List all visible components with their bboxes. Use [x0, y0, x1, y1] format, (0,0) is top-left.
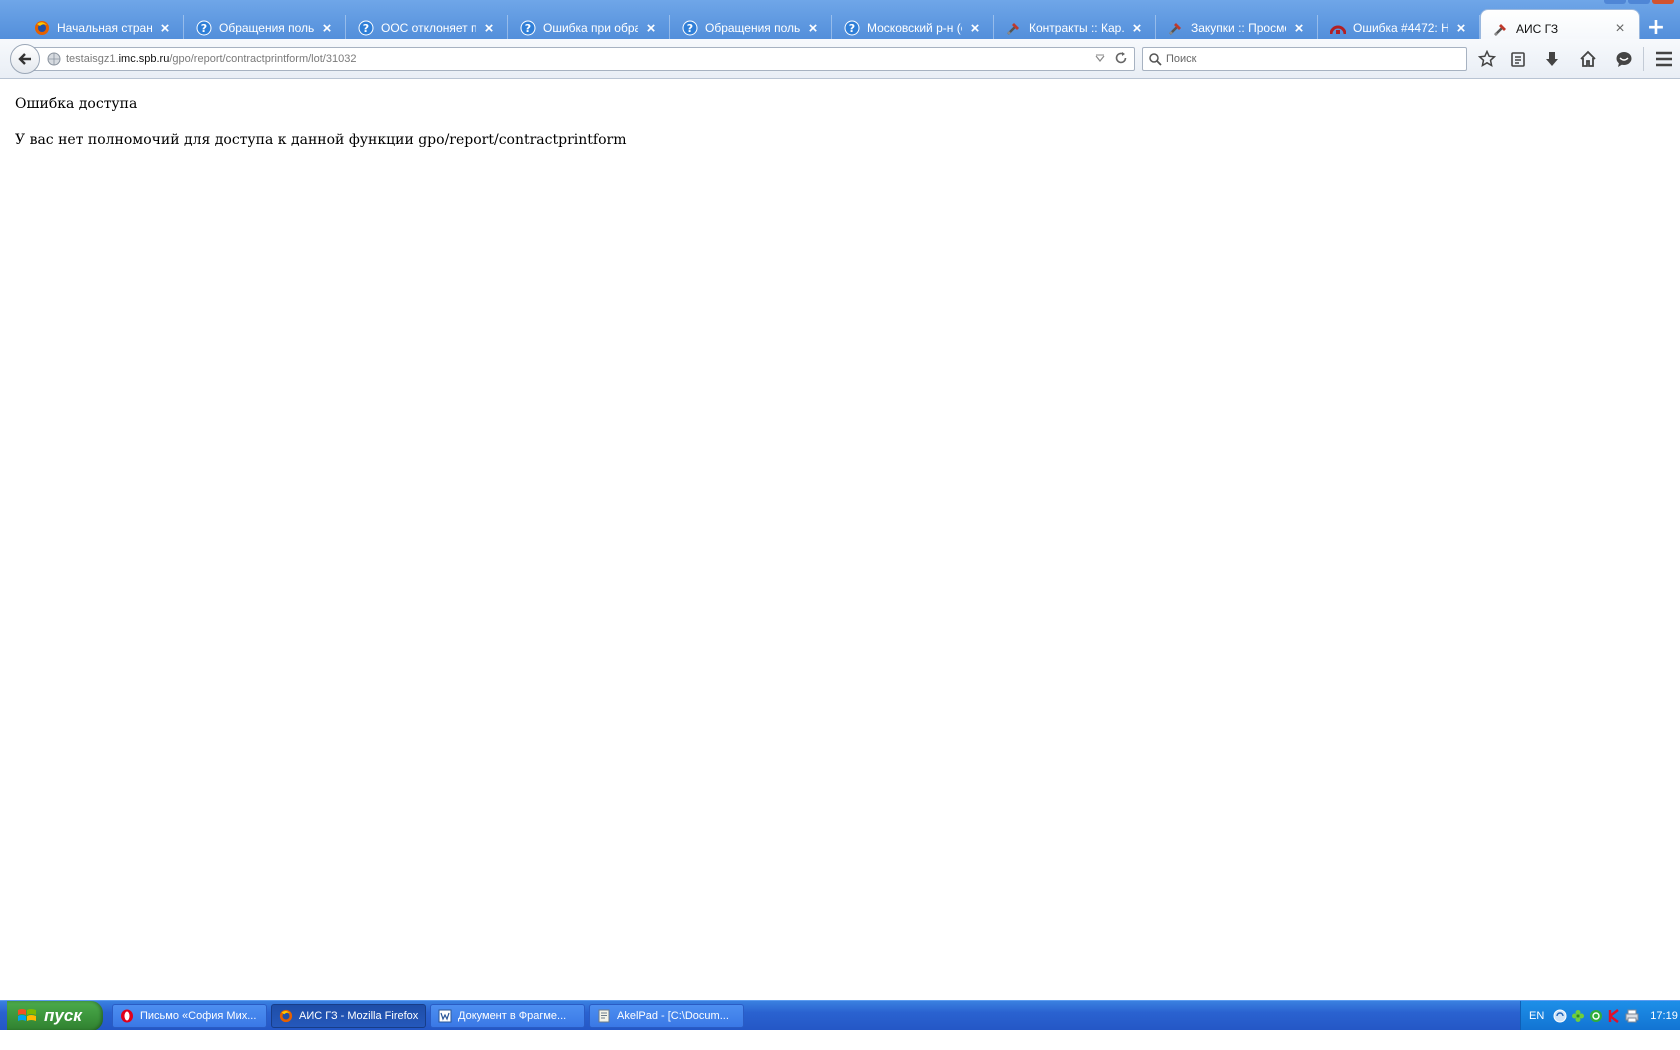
windows-taskbar: пуск Письмо «София Мих... АИС ГЗ - Mozil…	[0, 1000, 1680, 1031]
url-bar[interactable]: testaisgz1. imc.spb.ru/gpo/report/contrac…	[28, 47, 1135, 71]
close-icon[interactable]: ×	[1292, 21, 1306, 36]
svg-text:?: ?	[687, 22, 693, 35]
star-icon	[1478, 50, 1496, 68]
minimize-button[interactable]	[1604, 0, 1626, 4]
back-button[interactable]	[10, 44, 40, 74]
notepad-icon	[596, 1008, 612, 1024]
network-icon[interactable]	[1552, 1009, 1567, 1024]
close-icon[interactable]: ×	[158, 21, 172, 36]
close-window-button[interactable]	[1652, 0, 1674, 4]
taskbar-item-document[interactable]: Документ в Фрагме...	[430, 1004, 585, 1028]
clipboard-icon	[1511, 52, 1525, 67]
help-icon: ?	[520, 20, 536, 36]
close-icon[interactable]: ×	[482, 21, 496, 36]
tab-label: Ошибка #4472: Н...	[1353, 21, 1448, 35]
kaspersky-icon[interactable]	[1606, 1009, 1621, 1024]
taskbar-item-label: AkelPad - [C:\Docum...	[617, 1010, 729, 1022]
home-button[interactable]	[1577, 48, 1599, 70]
redmine-icon	[1330, 20, 1346, 36]
firefox-icon	[278, 1008, 294, 1024]
url-path: /gpo/report/contractprintform/lot/31032	[169, 53, 357, 65]
close-icon[interactable]: ×	[1130, 21, 1144, 36]
printer-icon[interactable]	[1624, 1009, 1639, 1024]
page-title: Ошибка доступа	[15, 96, 138, 112]
bookmark-star-button[interactable]	[1476, 48, 1498, 70]
tab-label: Московский р-н (с...	[867, 21, 962, 35]
help-icon: ?	[682, 20, 698, 36]
clock: 17:19	[1650, 1010, 1678, 1022]
flower-icon[interactable]	[1570, 1009, 1585, 1024]
chat-button[interactable]	[1613, 48, 1635, 70]
svg-text:?: ?	[525, 22, 531, 35]
search-icon	[1149, 52, 1162, 66]
close-icon[interactable]: ×	[968, 21, 982, 36]
tab-label: Закупки :: Просмо...	[1191, 21, 1286, 35]
download-arrow-icon	[1546, 52, 1558, 66]
screen-bottom	[0, 1030, 1680, 1050]
tools-icon	[1006, 20, 1022, 36]
windows-logo-icon	[18, 1009, 36, 1021]
url-domain: imc.spb.ru	[118, 53, 170, 65]
menu-button[interactable]	[1653, 48, 1675, 70]
search-input[interactable]	[1166, 49, 1456, 69]
new-tab-button[interactable]: +	[1642, 13, 1670, 41]
tab-label: Обращения польз...	[219, 21, 314, 35]
reload-icon[interactable]	[1114, 51, 1128, 65]
system-tray: EN 17:19	[1520, 1001, 1680, 1031]
downloads-button[interactable]	[1541, 48, 1563, 70]
taskbar-item-label: АИС ГЗ - Mozilla Firefox	[299, 1010, 419, 1022]
close-icon[interactable]: ×	[1613, 20, 1627, 36]
page-content: Ошибка доступа У вас нет полномочий для …	[0, 80, 1680, 1000]
help-icon: ?	[196, 20, 212, 36]
svg-text:?: ?	[363, 22, 369, 35]
close-icon[interactable]: ×	[806, 21, 820, 36]
help-icon: ?	[358, 20, 374, 36]
close-icon[interactable]: ×	[644, 21, 658, 36]
taskbar-item-label: Документ в Фрагме...	[458, 1010, 567, 1022]
taskbar-items: Письмо «София Мих... АИС ГЗ - Mozilla Fi…	[112, 1004, 744, 1028]
start-button[interactable]: пуск	[7, 1001, 103, 1031]
firefox-icon	[34, 20, 50, 36]
smiley-chat-icon	[1616, 52, 1632, 67]
tools-icon	[1493, 21, 1509, 37]
taskbar-item-akelpad[interactable]: AkelPad - [C:\Docum...	[589, 1004, 744, 1028]
tab-label: ООС отклоняет п...	[381, 21, 476, 35]
tab-label: Обращения польз...	[705, 21, 800, 35]
opera-icon	[119, 1008, 135, 1024]
tab-label: АИС ГЗ	[1516, 21, 1559, 36]
help-icon: ?	[844, 20, 860, 36]
svg-text:?: ?	[849, 22, 855, 35]
tab-label: Ошибка при обраб...	[543, 21, 638, 35]
tab-label: Контракты :: Кар...	[1029, 21, 1124, 35]
toolbar-divider	[1643, 47, 1644, 71]
green-circle-icon[interactable]	[1588, 1009, 1603, 1024]
globe-icon	[47, 52, 61, 66]
start-label: пуск	[44, 1006, 82, 1025]
search-bar[interactable]	[1142, 47, 1467, 71]
language-indicator[interactable]: EN	[1529, 1010, 1544, 1022]
bookmarks-menu-button[interactable]	[1507, 48, 1529, 70]
taskbar-item-opera[interactable]: Письмо «София Мих...	[112, 1004, 267, 1028]
word-icon	[437, 1008, 453, 1024]
tools-icon	[1168, 20, 1184, 36]
url-prefix: testaisgz1.	[66, 53, 119, 65]
tab-label: Начальная страни...	[57, 21, 152, 35]
taskbar-item-firefox[interactable]: АИС ГЗ - Mozilla Firefox	[271, 1004, 426, 1028]
taskbar-item-label: Письмо «София Мих...	[140, 1010, 257, 1022]
svg-text:?: ?	[201, 22, 207, 35]
maximize-button[interactable]	[1628, 0, 1650, 4]
hamburger-menu-icon	[1656, 51, 1672, 67]
error-message: У вас нет полномочий для доступа к данно…	[15, 132, 627, 148]
dropdown-arrow-icon[interactable]	[1094, 52, 1106, 64]
arrow-left-icon	[18, 53, 31, 65]
close-icon[interactable]: ×	[1454, 21, 1468, 36]
navigation-toolbar: testaisgz1. imc.spb.ru/gpo/report/contrac…	[0, 39, 1680, 79]
close-icon[interactable]: ×	[320, 21, 334, 36]
home-icon	[1580, 50, 1596, 67]
